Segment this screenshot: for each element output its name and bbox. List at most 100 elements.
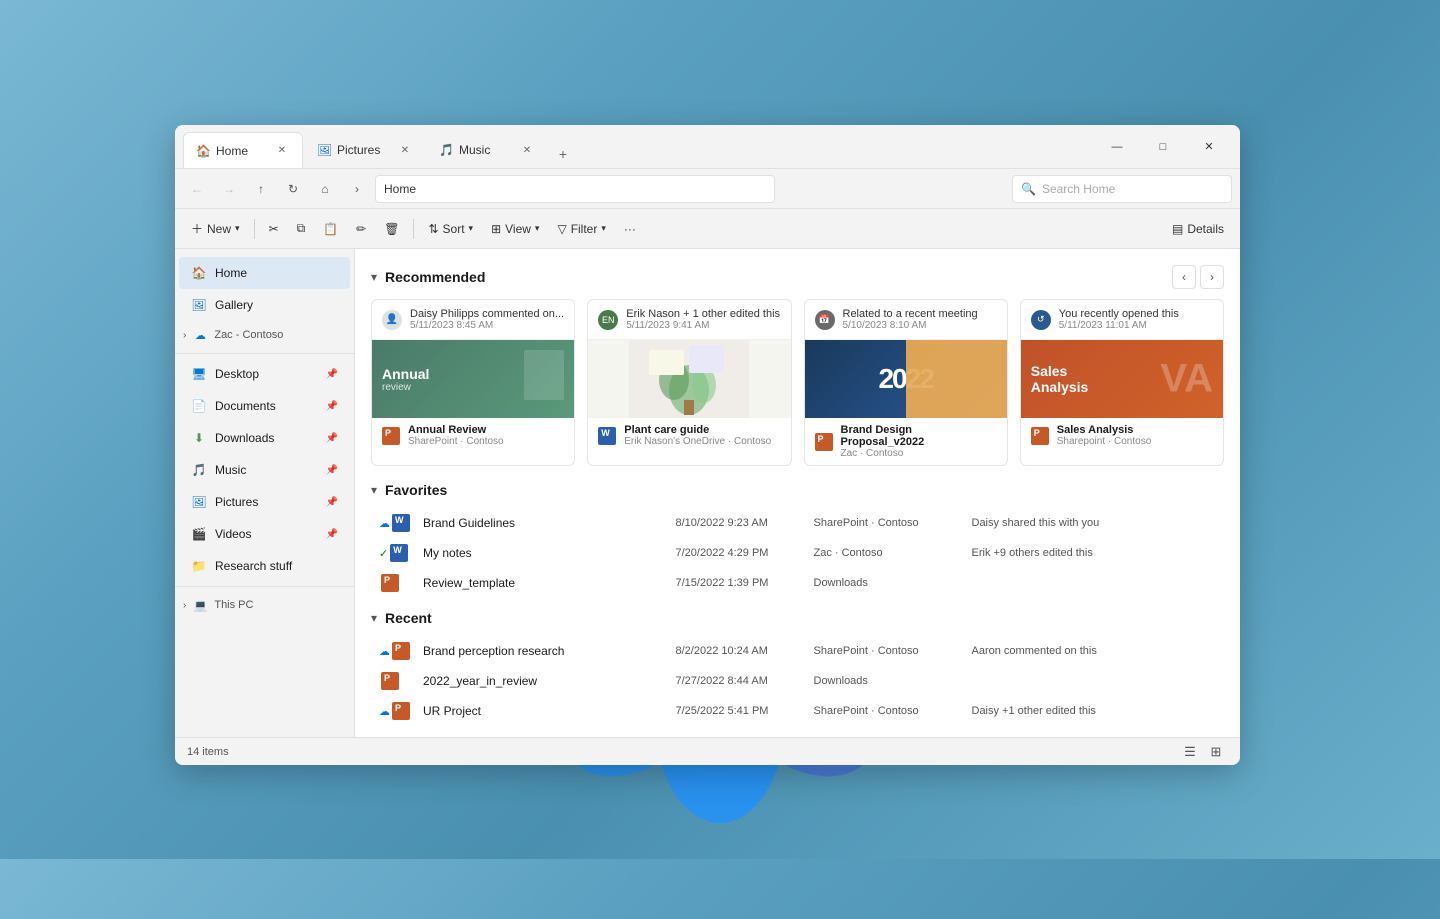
tab-music-close[interactable]: ✕ [519,142,535,158]
chevron-right-button[interactable]: › [343,175,371,203]
preview-sales-letter: VA [1160,357,1213,402]
card-brand-design[interactable]: 📅 Related to a recent meeting 5/10/2023 … [804,299,1008,466]
cut-icon: ✂ [269,222,279,236]
card-sales-analysis-user-icon: ↺ [1031,310,1051,330]
sidebar-item-videos[interactable]: 🎬 Videos 📌 [179,518,350,550]
sidebar-item-documents[interactable]: 📄 Documents 📌 [179,390,350,422]
card-annual-review-header: 👤 Daisy Philipps commented on... 5/11/20… [372,300,574,340]
delete-button[interactable]: 🗑 [376,215,407,243]
card-annual-review[interactable]: 👤 Daisy Philipps commented on... 5/11/20… [371,299,575,466]
videos-pin-icon: 📌 [326,529,338,540]
details-icon: ▤ [1172,222,1183,236]
sidebar-item-desktop[interactable]: 🖥 Desktop 📌 [179,358,350,390]
sort-chevron-icon: ▾ [469,223,474,234]
card-brand-design-info: Brand Design Proposal_v2022 Zac · Contos… [841,424,997,459]
brand-preview-orange [906,340,1007,418]
tab-pictures-close[interactable]: ✕ [397,142,413,158]
card-sales-analysis[interactable]: ↺ You recently opened this 5/11/2023 11:… [1020,299,1224,466]
address-path[interactable]: Home [375,175,775,203]
up-button[interactable]: ↑ [247,175,275,203]
search-box[interactable]: 🔍 Search Home [1012,175,1232,203]
recommended-prev-button[interactable]: ‹ [1172,265,1196,289]
recent-item-2022-year[interactable]: P 2022_year_in_review 7/27/2022 8:44 AM … [371,666,1224,696]
cut-button[interactable]: ✂ [261,215,287,243]
sort-button[interactable]: ⇅ Sort ▾ [420,215,481,243]
card-plant-care-name: Plant care guide [624,424,771,436]
copy-button[interactable]: ⧉ [289,215,314,243]
2022-year-name: 2022_year_in_review [423,674,668,688]
status-count: 14 items [187,746,229,758]
card-annual-review-location: SharePoint · Contoso [408,436,504,447]
brand-perception-date: 8/2/2022 10:24 AM [676,645,806,657]
favorites-list: ☁ W Brand Guidelines 8/10/2022 9:23 AM S… [371,508,1224,598]
ur-project-name: UR Project [423,704,668,718]
recent-item-ur-project[interactable]: ☁ P UR Project 7/25/2022 5:41 PM SharePo… [371,696,1224,726]
sidebar-item-research[interactable]: 📁 Research stuff [179,550,350,582]
recommended-section-header[interactable]: ▾ Recommended ‹ › [371,265,1224,289]
my-notes-file-icon: W [390,544,408,562]
sidebar-label-videos: Videos [215,527,251,541]
forward-button[interactable]: → [215,175,243,203]
search-placeholder: Search Home [1042,182,1115,196]
new-button[interactable]: ＋ New ▾ [183,215,248,243]
research-sidebar-icon: 📁 [191,558,207,574]
sidebar-item-home[interactable]: 🏠 Home [179,257,350,289]
more-button[interactable]: ··· [616,215,644,243]
card-brand-design-name: Brand Design Proposal_v2022 [841,424,997,448]
card-annual-review-user: Daisy Philipps commented on... [410,308,564,320]
favorites-section-header[interactable]: ▾ Favorites [371,482,1224,498]
file-explorer-window: 🏠 Home ✕ 🖼 Pictures ✕ 🎵 Music ✕ + — □ ✕ [175,125,1240,765]
card-brand-design-header: 📅 Related to a recent meeting 5/10/2023 … [805,300,1007,340]
sidebar-item-thispc[interactable]: › 💻 This PC [175,591,354,619]
maximize-button[interactable]: □ [1140,131,1186,163]
favorites-item-review-template[interactable]: P Review_template 7/15/2022 1:39 PM Down… [371,568,1224,598]
card-plant-care[interactable]: EN Erik Nason + 1 other edited this 5/11… [587,299,791,466]
filter-button[interactable]: ▽ Filter ▾ [549,215,613,243]
brand-guidelines-name: Brand Guidelines [423,516,668,530]
new-label: New [207,222,231,236]
sidebar-label-thispc: This PC [214,599,253,611]
music-tab-icon: 🎵 [439,143,453,157]
filter-label: Filter [571,222,598,236]
favorites-item-my-notes[interactable]: ✓ W My notes 7/20/2022 4:29 PM Zac · Con… [371,538,1224,568]
review-template-name: Review_template [423,576,668,590]
card-plant-care-preview [588,340,790,418]
favorites-item-brand-guidelines[interactable]: ☁ W Brand Guidelines 8/10/2022 9:23 AM S… [371,508,1224,538]
sidebar-item-downloads[interactable]: ⬇ Downloads 📌 [179,422,350,454]
tab-music-label: Music [459,143,490,157]
recent-item-brand-perception[interactable]: ☁ P Brand perception research 8/2/2022 1… [371,636,1224,666]
review-template-file-icon: P [381,574,399,592]
2022-year-date: 7/27/2022 8:44 AM [676,675,806,687]
recent-section-header[interactable]: ▾ Recent [371,610,1224,626]
list-view-button[interactable]: ☰ [1178,740,1202,764]
thispc-expand-icon: › [183,600,186,611]
new-tab-button[interactable]: + [549,140,577,168]
details-button[interactable]: ▤ Details [1164,215,1232,243]
tab-pictures[interactable]: 🖼 Pictures ✕ [305,132,425,168]
sidebar-item-gallery[interactable]: 🖼 Gallery [179,289,350,321]
view-button[interactable]: ⊞ View ▾ [483,215,547,243]
more-icon: ··· [624,222,636,236]
my-notes-location: Zac · Contoso [814,547,964,559]
tab-home[interactable]: 🏠 Home ✕ [183,132,303,168]
home-address-button[interactable]: ⌂ [311,175,339,203]
recommended-next-button[interactable]: › [1200,265,1224,289]
minimize-button[interactable]: — [1094,131,1140,163]
back-button[interactable]: ← [183,175,211,203]
card-brand-design-time: 5/10/2023 8:10 AM [843,320,978,331]
tab-music[interactable]: 🎵 Music ✕ [427,132,547,168]
sidebar-item-music[interactable]: 🎵 Music 📌 [179,454,350,486]
card-sales-analysis-preview: Sales Analysis VA [1021,340,1223,418]
sidebar-item-pictures[interactable]: 🖼 Pictures 📌 [179,486,350,518]
card-plant-care-footer: W Plant care guide Erik Nason's OneDrive… [588,418,790,453]
tab-home-close[interactable]: ✕ [274,143,290,159]
close-button[interactable]: ✕ [1186,131,1232,163]
sidebar-item-onedrive[interactable]: › ☁ Zac - Contoso [175,321,354,349]
rename-button[interactable]: ✏ [348,215,374,243]
paste-button[interactable]: 📋 [315,215,346,243]
toolbar-right: ▤ Details [1164,215,1232,243]
plant-preview-svg [629,340,749,418]
grid-view-button[interactable]: ⊞ [1204,740,1228,764]
card-brand-design-preview: 20 22 [805,340,1007,418]
refresh-button[interactable]: ↻ [279,175,307,203]
